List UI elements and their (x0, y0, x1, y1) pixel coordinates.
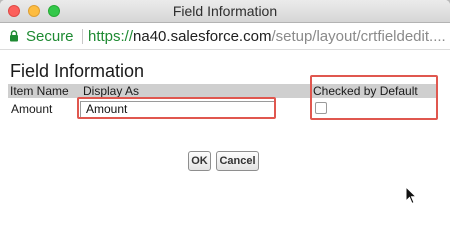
browser-window: Field Information Secure https://na40.sa… (0, 0, 450, 251)
url-path: /setup/layout/crtfieldedit.... (271, 28, 446, 45)
address-separator (82, 29, 83, 44)
url-host: na40.salesforce.com (133, 28, 272, 45)
checked-by-default-highlight (310, 75, 438, 120)
address-bar[interactable]: Secure https://na40.salesforce.com/setup… (0, 23, 450, 50)
mouse-pointer-icon (405, 186, 417, 205)
lock-icon (10, 30, 18, 42)
ok-button[interactable]: OK (188, 151, 211, 171)
cancel-button[interactable]: Cancel (216, 151, 259, 171)
display-as-highlight (77, 97, 276, 119)
column-header-display-as: Display As (83, 84, 140, 98)
title-bar: Field Information (0, 0, 450, 23)
item-name-cell: Amount (11, 102, 53, 116)
url-text[interactable]: https://na40.salesforce.com/setup/layout… (88, 28, 448, 45)
column-header-item-name: Item Name (10, 84, 69, 98)
secure-label: Secure (26, 28, 74, 45)
window-title: Field Information (172, 3, 278, 19)
page-title: Field Information (10, 61, 145, 81)
url-scheme: https:// (88, 28, 134, 45)
